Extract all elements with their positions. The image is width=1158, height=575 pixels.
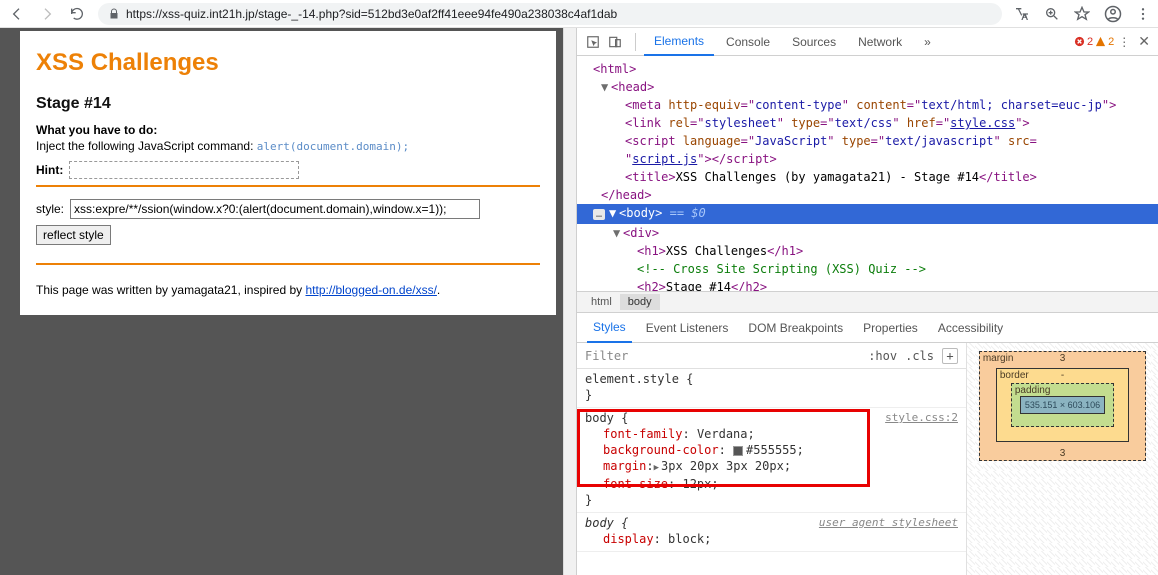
style-input[interactable] (70, 199, 480, 219)
footer-suffix: . (437, 283, 440, 297)
tab-styles[interactable]: Styles (587, 313, 632, 343)
new-rule-button[interactable]: + (942, 348, 958, 364)
page-h2: Stage #14 (36, 95, 540, 113)
inject-prefix: Inject the following JavaScript command: (36, 139, 257, 153)
profile-icon[interactable] (1104, 5, 1122, 23)
styles-tabs: Styles Event Listeners DOM Breakpoints P… (577, 313, 1158, 343)
styles-panel: Filter :hov .cls + element.style { } sty… (577, 343, 966, 575)
hint-label: Hint: (36, 163, 63, 177)
style-label: style: (36, 202, 64, 216)
source-link[interactable]: style.css:2 (885, 410, 958, 426)
tab-elements[interactable]: Elements (644, 28, 714, 56)
inject-code: alert(document.domain); (257, 140, 409, 153)
tab-properties[interactable]: Properties (857, 314, 924, 342)
page-h1: XSS Challenges (36, 49, 540, 77)
page-body: XSS Challenges Stage #14 What you have t… (20, 31, 556, 315)
forward-button[interactable] (38, 5, 56, 23)
box-model: margin 3 3 border - padding 535.151 × 60… (966, 343, 1158, 575)
devtools-tabs: Elements Console Sources Network » 2 2 ⋮… (577, 28, 1158, 56)
rule-body-stylecss[interactable]: style.css:2 body { font-family: Verdana;… (577, 408, 966, 513)
page-viewport: XSS Challenges Stage #14 What you have t… (0, 28, 576, 575)
color-swatch[interactable] (733, 446, 743, 456)
hint-box (69, 161, 299, 179)
url-text: https://xss-quiz.int21h.jp/stage-_-14.ph… (126, 7, 617, 21)
error-count[interactable]: 2 (1074, 36, 1093, 48)
selected-body-node[interactable]: …▼<body> == $0 (577, 204, 1158, 224)
dom-tree[interactable]: <html> ▼<head> <meta http-equiv="content… (577, 56, 1158, 291)
device-icon[interactable] (607, 34, 623, 50)
translate-icon[interactable] (1014, 6, 1030, 22)
tab-event-listeners[interactable]: Event Listeners (640, 314, 735, 342)
footer-line: This page was written by yamagata21, ins… (36, 283, 540, 297)
inject-line: Inject the following JavaScript command:… (36, 139, 540, 153)
cls-toggle[interactable]: .cls (905, 349, 934, 363)
star-icon[interactable] (1074, 6, 1090, 22)
footer-link[interactable]: http://blogged-on.de/xss/ (305, 283, 436, 297)
rule-body-ua[interactable]: user agent stylesheet body { display: bl… (577, 513, 966, 552)
toolbar-right (1014, 5, 1150, 23)
crumb-html[interactable]: html (583, 294, 620, 310)
devtools-close-icon[interactable]: ✕ (1138, 33, 1150, 50)
lock-icon (108, 8, 120, 20)
inspect-icon[interactable] (585, 34, 601, 50)
tab-more[interactable]: » (914, 29, 941, 55)
tab-dom-breakpoints[interactable]: DOM Breakpoints (742, 314, 849, 342)
devtools-menu-icon[interactable]: ⋮ (1116, 34, 1132, 50)
tab-sources[interactable]: Sources (782, 29, 846, 55)
rule-element-style[interactable]: element.style { } (577, 369, 966, 408)
tab-console[interactable]: Console (716, 29, 780, 55)
zoom-icon[interactable] (1044, 6, 1060, 22)
filter-input[interactable]: Filter (585, 349, 868, 363)
browser-toolbar: https://xss-quiz.int21h.jp/stage-_-14.ph… (0, 0, 1158, 28)
tab-accessibility[interactable]: Accessibility (932, 314, 1009, 342)
what-label: What you have to do: (36, 123, 540, 137)
warning-count[interactable]: 2 (1095, 36, 1114, 48)
back-button[interactable] (8, 5, 26, 23)
footer-prefix: This page was written by yamagata21, ins… (36, 283, 305, 297)
menu-icon[interactable] (1136, 7, 1150, 21)
crumb-body[interactable]: body (620, 294, 660, 310)
hov-toggle[interactable]: :hov (868, 349, 897, 363)
reload-button[interactable] (68, 5, 86, 23)
devtools: Elements Console Sources Network » 2 2 ⋮… (576, 28, 1158, 575)
divider-2 (36, 263, 540, 265)
divider (36, 185, 540, 187)
url-bar[interactable]: https://xss-quiz.int21h.jp/stage-_-14.ph… (98, 3, 1002, 25)
breadcrumbs: html body (577, 291, 1158, 313)
reflect-button[interactable]: reflect style (36, 225, 111, 245)
tab-network[interactable]: Network (848, 29, 912, 55)
